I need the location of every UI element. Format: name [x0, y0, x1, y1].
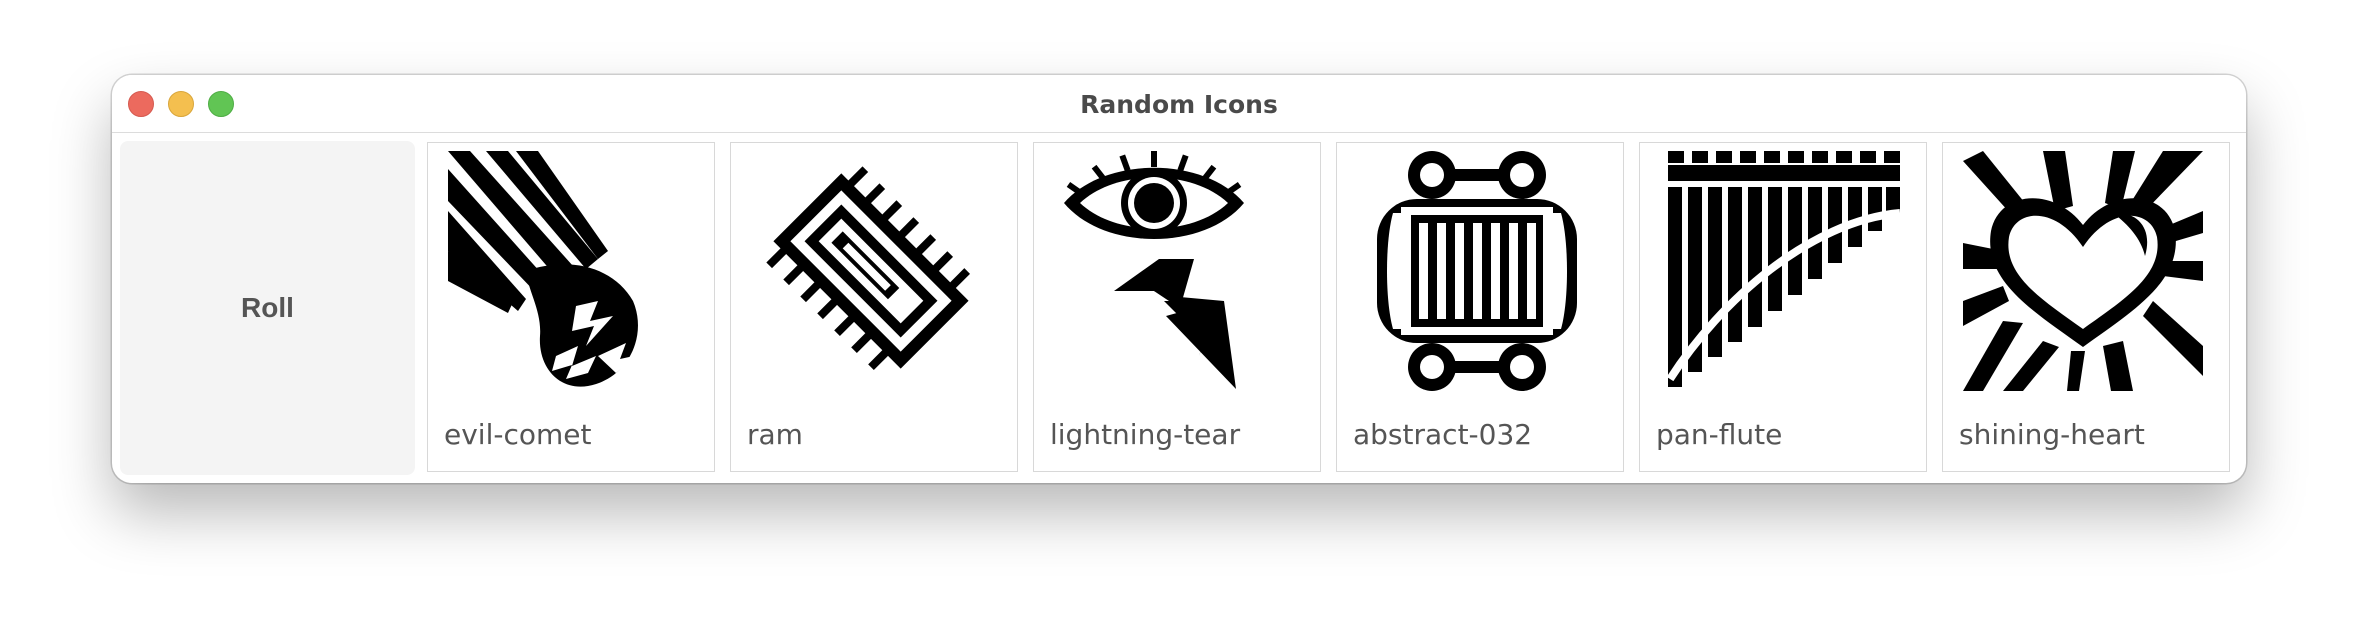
icon-label: abstract-032	[1353, 418, 1533, 451]
icon-label: evil-comet	[444, 418, 592, 451]
evil-comet-icon	[448, 151, 638, 387]
icon-label: shining-heart	[1959, 418, 2145, 451]
lightning-tear-icon	[1064, 151, 1244, 389]
roll-button[interactable]: Roll	[120, 141, 415, 475]
shining-heart-icon	[1963, 151, 2203, 391]
ram-icon	[766, 166, 970, 370]
app-window: Random Icons Roll evil-comet ram lightni…	[112, 75, 2246, 483]
icon-card-pan-flute[interactable]: pan-flute	[1639, 142, 1927, 472]
icon-card-evil-comet[interactable]: evil-comet	[427, 142, 715, 472]
pan-flute-icon	[1666, 151, 1900, 387]
icon-label: lightning-tear	[1050, 418, 1241, 451]
icon-card-shining-heart[interactable]: shining-heart	[1942, 142, 2230, 472]
roll-button-label: Roll	[241, 292, 294, 323]
icon-card-ram[interactable]: ram	[730, 142, 1018, 472]
icon-label: pan-flute	[1656, 418, 1783, 451]
icon-card-abstract-032[interactable]: abstract-032	[1336, 142, 1624, 472]
title-bar: Random Icons	[112, 75, 2246, 133]
icon-card-lightning-tear[interactable]: lightning-tear	[1033, 142, 1321, 472]
abstract-032-icon	[1377, 151, 1577, 391]
window-title: Random Icons	[1080, 90, 1278, 119]
icon-label: ram	[747, 418, 803, 451]
